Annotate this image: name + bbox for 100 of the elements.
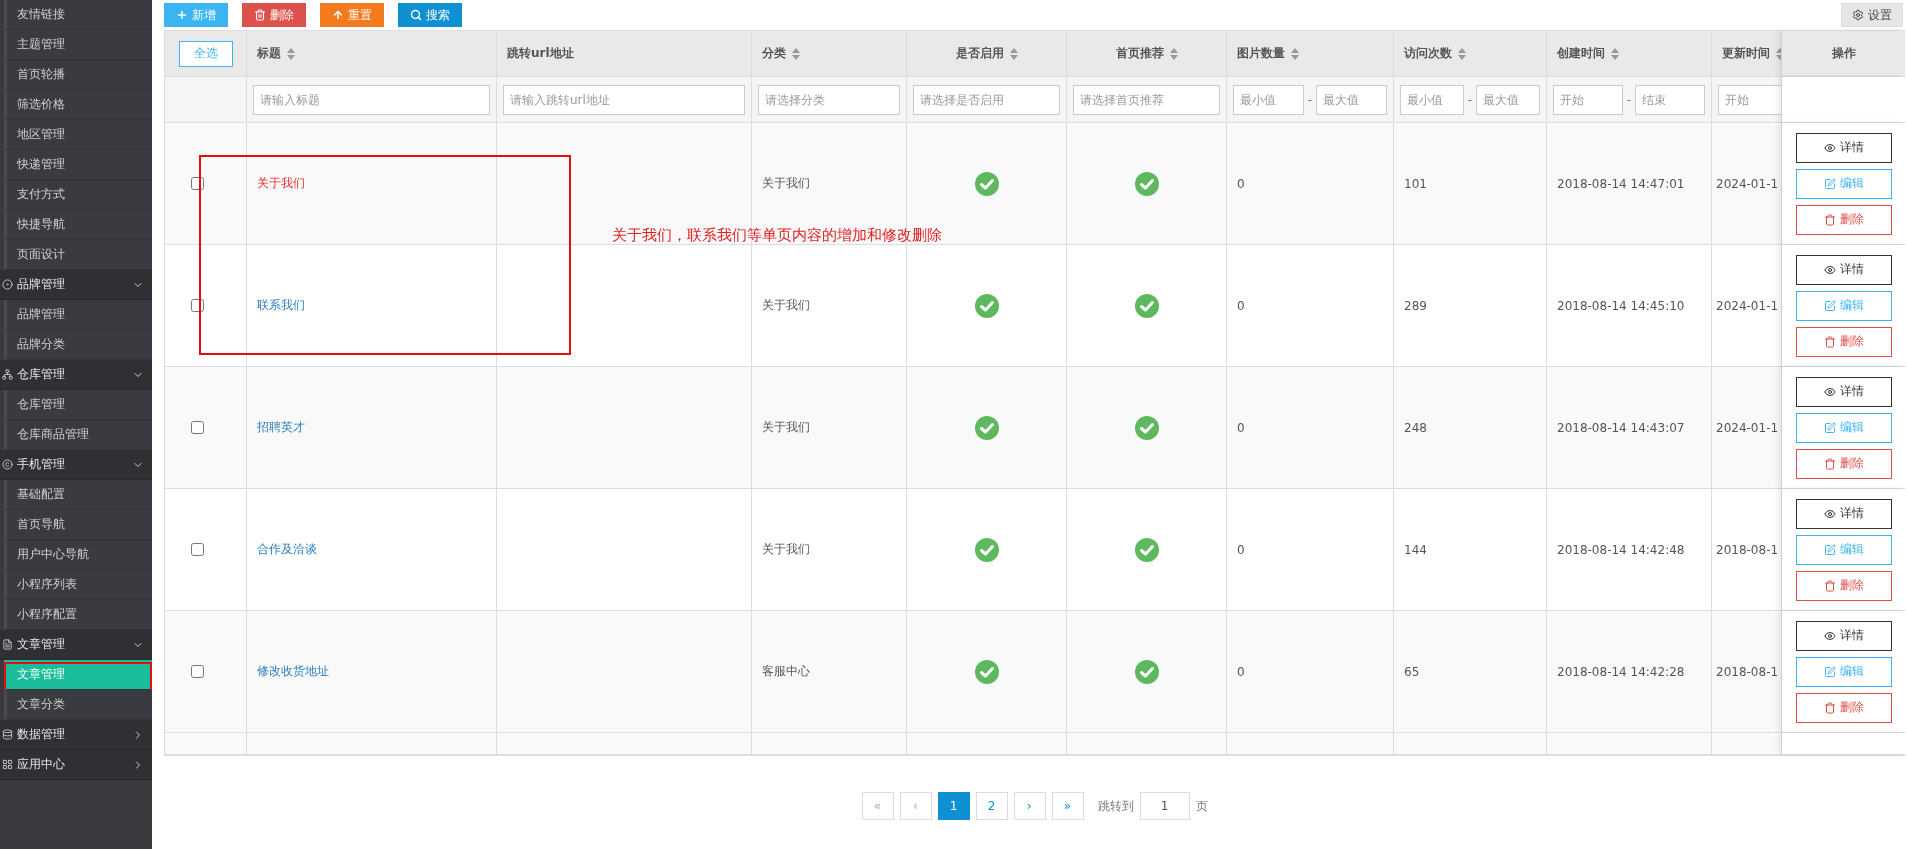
sidebar-group[interactable]: 文章管理 [0,630,152,660]
filter-field[interactable]: 开始 [1718,84,1781,115]
page-button[interactable]: 2 [975,792,1008,820]
sidebar-item[interactable]: 筛选价格 [4,90,152,120]
filter-field[interactable]: 最大值 [1316,84,1387,115]
filter-field[interactable]: 请选择分类 [758,84,900,115]
trash-icon [1823,579,1836,592]
sidebar-item[interactable]: 快递管理 [4,150,152,180]
column-header[interactable]: 图片数量 [1237,45,1299,62]
column-header[interactable]: 分类 [762,45,800,62]
table-cell: 关于我们 [762,297,810,314]
table-cell: 2024-01-1 [1716,420,1779,435]
action-button[interactable]: 详情 [1795,376,1892,407]
title-link[interactable]: 合作及洽谈 [257,538,317,561]
action-button[interactable]: 删除 [1795,204,1892,235]
sort-icon[interactable] [1009,47,1018,60]
table-cell: 144 [1404,542,1427,557]
sidebar-item[interactable]: 品牌分类 [4,330,152,360]
sidebar-item[interactable]: 首页导航 [4,510,152,540]
filter-field[interactable]: 最大值 [1476,84,1540,115]
sidebar-item[interactable]: 页面设计 [4,240,152,270]
sidebar-item[interactable]: 品牌管理 [4,300,152,330]
filter-field[interactable]: 请选择首页推荐 [1073,84,1220,115]
filter-field[interactable]: 请输入标题 [253,84,490,115]
sidebar-item[interactable]: 文章分类 [4,690,152,720]
table-cell: 2024-01-1 [1716,298,1779,313]
sidebar-item[interactable]: 用户中心导航 [4,540,152,570]
edit-icon [1823,421,1836,434]
sort-icon[interactable] [1611,47,1619,60]
title-link[interactable]: 关于我们 [257,172,305,195]
page-input[interactable]: 1 [1139,792,1190,820]
action-button[interactable]: 详情 [1795,132,1892,163]
filter-field[interactable]: 结束 [1635,84,1705,115]
column-header[interactable]: 是否启用 [955,45,1018,62]
settings-button[interactable]: 设置 [1841,3,1903,27]
table-row[interactable]: 联系我们 关于我们 0 289 2018-08-14 14:45:10 2024-01-1 详情 编辑 删除 [165,245,1904,367]
table-cell: 289 [1404,298,1427,313]
trash-icon [1823,457,1836,470]
action-button[interactable]: 详情 [1795,620,1892,651]
sidebar-item[interactable]: 小程序配置 [4,600,152,630]
sidebar-item[interactable]: 基础配置 [4,480,152,510]
column-header[interactable]: 标题 [257,45,295,62]
page-button[interactable]: › [1013,792,1046,820]
sort-icon[interactable] [792,47,800,60]
sidebar-item[interactable]: 仓库管理 [4,390,152,420]
filter-field[interactable]: 请输入跳转url地址 [503,84,745,115]
sort-icon[interactable] [1458,47,1466,60]
filter-field[interactable]: 最小值 [1400,84,1464,115]
table-row[interactable]: 招聘英才 关于我们 0 248 2018-08-14 14:43:07 2024-01-1 详情 编辑 删除 [165,367,1904,489]
sidebar-item[interactable]: 小程序列表 [4,570,152,600]
sort-icon[interactable] [1169,47,1178,60]
sidebar-item[interactable]: 支付方式 [4,180,152,210]
sidebar-item[interactable]: 仓库商品管理 [4,420,152,450]
sidebar-group[interactable]: 手机管理 [0,450,152,480]
sort-icon[interactable] [287,47,295,60]
action-button[interactable]: 详情 [1795,498,1892,529]
row-checkbox[interactable] [191,543,204,556]
trash-icon [1823,335,1836,348]
sidebar-item[interactable]: 快捷导航 [4,210,152,240]
filter-field[interactable]: 最小值 [1233,84,1304,115]
filter-field[interactable]: 开始 [1553,84,1623,115]
sidebar-group-label: 文章管理 [17,636,66,653]
sidebar-group[interactable]: 品牌管理 [0,270,152,300]
table-cell: 客服中心 [762,663,810,680]
title-link[interactable]: 招聘英才 [257,416,305,439]
sidebar-group[interactable]: 仓库管理 [0,360,152,390]
eye-icon [1823,629,1836,642]
action-button[interactable]: 删除 [1795,448,1892,479]
action-button[interactable]: 删除 [1795,570,1892,601]
row-checkbox[interactable] [191,665,204,678]
filter-field[interactable]: 请选择是否启用 [913,84,1060,115]
trash-icon [1823,213,1836,226]
sidebar-item[interactable]: 首页轮播 [4,60,152,90]
table-row[interactable]: 修改收货地址 客服中心 0 65 2018-08-14 14:42:28 2018-08-1 详情 编辑 删除 [165,611,1904,733]
row-checkbox[interactable] [191,299,204,312]
sidebar-item[interactable]: 友情链接 [4,0,152,30]
sidebar-group[interactable]: 数据管理 [0,720,152,750]
table-row[interactable]: 合作及洽谈 关于我们 0 144 2018-08-14 14:42:48 2018-08-1 详情 编辑 删除 [165,489,1904,611]
action-button[interactable]: 删除 [1795,692,1892,723]
action-button[interactable]: 删除 [1795,326,1892,357]
column-header[interactable]: 访问次数 [1404,45,1466,62]
toolbar-button[interactable]: 搜索 [398,3,462,27]
title-link[interactable]: 联系我们 [257,294,305,317]
toolbar-button[interactable]: 删除 [242,3,306,27]
sidebar-item[interactable]: 主题管理 [4,30,152,60]
eye-icon [1823,507,1836,520]
column-header[interactable]: 首页推荐 [1115,45,1178,62]
row-checkbox[interactable] [191,177,204,190]
page-button[interactable]: 1 [937,792,970,820]
column-header[interactable]: 创建时间 [1557,45,1619,62]
sidebar-item[interactable]: 地区管理 [4,120,152,150]
row-checkbox[interactable] [191,421,204,434]
title-link[interactable]: 修改收货地址 [257,660,329,683]
sort-icon[interactable] [1291,47,1299,60]
column-header[interactable]: 更新时间 [1722,45,1781,62]
table-row[interactable] [165,733,1904,755]
page-button[interactable]: » [1051,792,1084,820]
sidebar-group[interactable]: 应用中心 [0,750,152,780]
column-header[interactable]: 跳转url地址 [507,45,574,62]
action-button[interactable]: 详情 [1795,254,1892,285]
